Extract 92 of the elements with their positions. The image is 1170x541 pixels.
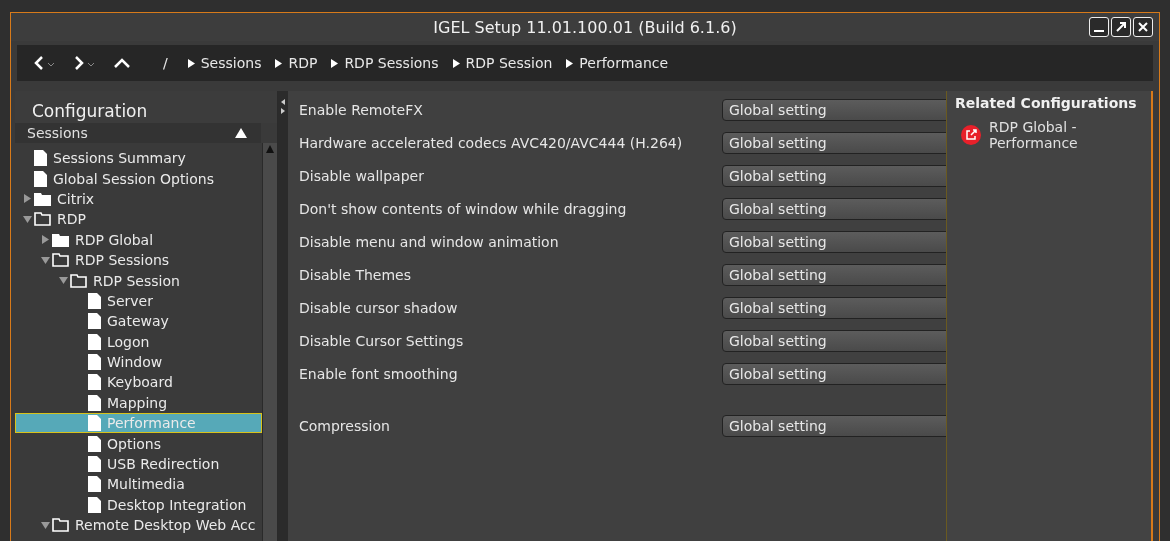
minimize-button[interactable] [1089,17,1109,37]
tree-item[interactable]: Global Session Options [15,168,262,189]
left-arrow-icon[interactable] [281,99,285,105]
tree-item[interactable]: RDP [15,209,262,230]
section-header[interactable]: Sessions [15,123,261,143]
folder-icon [70,273,87,288]
document-icon [88,292,101,309]
related-title: Related Configurations [955,95,1138,111]
close-icon [1137,21,1149,33]
setting-dropdown[interactable]: Global setting [722,197,946,220]
document-icon [88,374,101,391]
document-icon [88,415,101,432]
breadcrumb-item[interactable]: RDP Session [452,55,553,71]
tree-item[interactable]: Multimedia [15,474,262,495]
expanded-arrow-icon[interactable] [58,276,68,286]
setting-label: Hardware accelerated codecs AVC420/AVC444 (H.264) [298,134,684,151]
setting-dropdown[interactable]: Global setting [722,98,946,121]
expanded-arrow-icon[interactable] [40,520,50,530]
tree-item[interactable]: Desktop Integration [15,494,262,516]
tree-item[interactable]: Options [15,433,262,454]
tree-item[interactable]: Keyboard [15,372,262,393]
triangle-icon [452,58,460,68]
section-label: Sessions [27,125,88,141]
external-link-icon [961,125,981,145]
diagonal-arrow-icon [1115,21,1127,33]
window-title: IGEL Setup 11.01.100.01 (Build 6.1.6) [433,17,737,37]
tree-item[interactable]: RDP Sessions [15,249,262,271]
setting-dropdown[interactable]: Global setting [722,362,946,385]
setting-label: Compression [298,417,391,434]
document-icon [88,435,101,452]
collapsed-arrow-icon[interactable] [22,194,32,204]
setting-dropdown[interactable]: Global setting [722,263,946,286]
setting-label: Disable Cursor Settings [298,332,465,349]
tree-item[interactable]: RDP Global [15,229,262,250]
document-icon [88,313,101,330]
expanded-arrow-icon[interactable] [22,214,32,224]
setting-dropdown[interactable]: Global setting [722,414,946,437]
triangle-icon [187,58,195,68]
setting-label: Enable RemoteFX [298,101,424,118]
document-icon [88,456,101,473]
close-button[interactable] [1133,17,1153,37]
folder-icon [34,212,51,227]
document-icon [34,150,47,167]
folder-icon [52,232,69,247]
tree-item[interactable]: Citrix [15,188,262,210]
document-icon [88,354,101,371]
tree-item[interactable]: Window [15,351,262,373]
tree-item[interactable]: USB Redirection [15,453,262,475]
tree-item[interactable]: Gateway [15,311,262,332]
setting-label: Disable cursor shadow [298,299,459,316]
breadcrumb-item[interactable]: RDP Sessions [331,55,439,71]
tree-item[interactable]: Mapping [15,392,262,414]
document-icon [88,476,101,493]
collapse-arrow-icon[interactable] [235,128,247,138]
back-icon [33,55,55,71]
breadcrumb-item[interactable]: RDP [275,55,318,71]
maximize-button[interactable] [1111,17,1131,37]
setting-dropdown[interactable]: Global setting [722,230,946,253]
tree-item[interactable]: Sessions Summary [15,148,262,169]
folder-icon [52,518,69,533]
breadcrumb-separator: / [163,55,168,71]
document-icon [88,333,101,350]
setting-dropdown[interactable]: Global setting [722,329,946,352]
right-arrow-icon[interactable] [281,108,285,114]
collapsed-arrow-icon[interactable] [40,235,50,245]
setting-dropdown[interactable]: Global setting [722,296,946,319]
breadcrumb-item[interactable]: Sessions [187,55,262,71]
expanded-arrow-icon[interactable] [40,255,50,265]
tree-item[interactable]: Remote Desktop Web Acc [15,515,262,536]
tree-item[interactable]: Server [15,290,262,312]
setting-label: Disable Themes [298,266,412,283]
document-icon [88,394,101,411]
minimize-icon [1094,30,1104,32]
triangle-icon [566,58,574,68]
breadcrumb-item[interactable]: Performance [566,55,669,71]
setting-dropdown[interactable]: Global setting [722,164,946,187]
related-link[interactable]: RDP Global - Performance [955,119,1081,151]
triangle-icon [331,58,339,68]
setting-label: Don't show contents of window while dragging [298,200,628,217]
triangle-icon [275,58,283,68]
folder-icon [34,191,51,206]
folder-icon [52,253,69,268]
document-icon [88,496,101,513]
setting-label: Disable wallpaper [298,167,425,184]
document-icon [34,170,47,187]
forward-icon [73,55,95,71]
setting-label: Enable font smoothing [298,365,459,382]
tree-item[interactable]: Logon [15,331,262,352]
setting-label: Disable menu and window animation [298,233,560,250]
scrollbar[interactable] [262,143,277,541]
setting-dropdown[interactable]: Global setting [722,131,946,154]
tree-item[interactable]: RDP Session [15,270,262,291]
